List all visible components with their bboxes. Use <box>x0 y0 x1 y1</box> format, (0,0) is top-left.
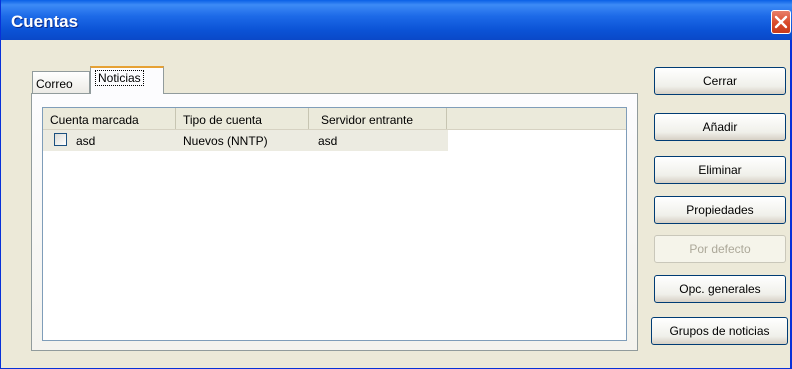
column-header-account[interactable]: Cuenta marcada <box>43 108 176 129</box>
tab-correo[interactable]: Correo <box>32 71 90 93</box>
account-name: asd <box>76 134 96 148</box>
title-bar[interactable]: Cuentas <box>1 0 792 40</box>
list-header: Cuenta marcada Tipo de cuenta Servidor e… <box>43 108 626 130</box>
remove-button[interactable]: Eliminar <box>654 156 786 184</box>
column-header-server[interactable]: Servidor entrante <box>309 108 447 129</box>
incoming-server: asd <box>318 134 338 148</box>
remove-button-label: Eliminar <box>698 163 742 177</box>
default-button[interactable]: Por defecto <box>654 235 786 263</box>
tab-noticias-label: Noticias <box>95 70 144 86</box>
tab-noticias[interactable]: Noticias <box>90 66 164 94</box>
newsgroups-button-label: Grupos de noticias <box>669 324 770 338</box>
general-options-button-label: Opc. generales <box>679 282 761 296</box>
column-header-type[interactable]: Tipo de cuenta <box>176 108 309 129</box>
window-title: Cuentas <box>11 12 79 31</box>
add-button[interactable]: Añadir <box>654 113 786 141</box>
window-close-button[interactable] <box>771 10 791 34</box>
default-button-label: Por defecto <box>689 242 751 256</box>
general-options-button[interactable]: Opc. generales <box>654 275 786 303</box>
account-type: Nuevos (NNTP) <box>183 134 268 148</box>
close-button-label: Cerrar <box>702 74 737 88</box>
checkbox-icon[interactable] <box>54 133 67 146</box>
properties-button-label: Propiedades <box>686 203 754 217</box>
tab-correo-label: Correo <box>36 77 73 91</box>
newsgroups-button[interactable]: Grupos de noticias <box>651 317 788 345</box>
add-button-label: Añadir <box>702 120 738 134</box>
properties-button[interactable]: Propiedades <box>654 196 786 224</box>
close-button[interactable]: Cerrar <box>654 67 786 95</box>
list-row[interactable]: asd Nuevos (NNTP) asd <box>43 130 448 151</box>
accounts-list[interactable]: Cuenta marcada Tipo de cuenta Servidor e… <box>42 107 627 341</box>
accounts-dialog: Cuentas Correo Noticias Cuenta marcada T… <box>0 0 792 369</box>
close-icon <box>774 15 788 29</box>
